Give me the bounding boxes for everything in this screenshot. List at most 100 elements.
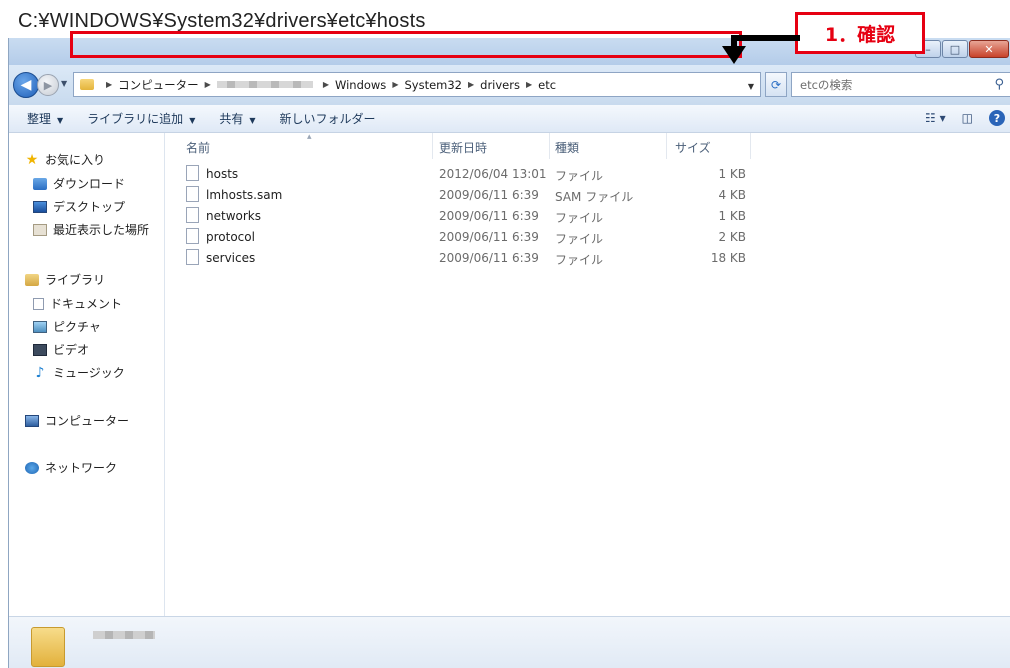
column-header-date[interactable]: 更新日時 [439, 139, 487, 156]
refresh-icon: ⟳ [770, 77, 782, 92]
annotation-label: 1．確認 [795, 12, 925, 54]
sidebar-item-network[interactable]: ネットワーク [25, 459, 117, 476]
desktop-icon [33, 200, 47, 213]
chevron-right-icon[interactable]: ▶ [392, 80, 398, 89]
explorer-window: – □ ✕ ◀ ▶ ▼ ▶ コンピューター ▶ ▶ Windows ▶ Syst… [8, 38, 1010, 668]
videos-icon [33, 343, 47, 356]
view-controls: ☷ ▾ ◫ ? [925, 110, 1005, 126]
column-header-size[interactable]: サイズ [675, 139, 711, 156]
sidebar-item-label: ネットワーク [45, 461, 118, 475]
breadcrumb-windows[interactable]: Windows [335, 78, 386, 92]
file-type: ファイル [555, 169, 604, 183]
sidebar-item-label: コンピューター [45, 414, 130, 428]
folder-icon [80, 79, 94, 90]
column-divider[interactable] [750, 133, 751, 159]
navigation-bar: ◀ ▶ ▼ ▶ コンピューター ▶ ▶ Windows ▶ System32 ▶… [9, 65, 1010, 105]
command-bar: 整理 ▼ ライブラリに追加 ▼ 共有 ▼ 新しいフォルダー ☷ ▾ ◫ ? [9, 105, 1010, 133]
chevron-right-icon[interactable]: ▶ [526, 80, 532, 89]
search-box[interactable]: etcの検索 ⚲ [791, 72, 1010, 97]
file-size: 18 KB [710, 251, 746, 265]
sidebar-item-libraries[interactable]: ライブラリ [25, 271, 105, 288]
column-divider[interactable] [432, 133, 433, 159]
sidebar-item-label: ライブラリ [45, 273, 106, 287]
file-row-protocol[interactable]: protocol 2009/06/11 6:39 ファイル 2 KB [166, 227, 1010, 248]
file-name: hosts [206, 167, 239, 181]
chevron-right-icon[interactable]: ▶ [106, 80, 112, 89]
file-icon [186, 228, 199, 244]
file-icon [186, 165, 199, 181]
chevron-right-icon[interactable]: ▶ [323, 80, 329, 89]
recent-pages-chevron-down-icon[interactable]: ▼ [61, 79, 67, 88]
organize-label: 整理 [27, 112, 52, 126]
sidebar-item-documents[interactable]: ドキュメント [33, 295, 122, 312]
sidebar-item-videos[interactable]: ビデオ [33, 341, 89, 358]
view-options-icon[interactable]: ☷ ▾ [925, 111, 946, 125]
back-arrow-icon: ◀ [20, 77, 32, 93]
sidebar-item-label: ミュージック [53, 366, 125, 380]
file-row-hosts[interactable]: hosts 2012/06/04 13:01 ファイル 1 KB [166, 164, 1010, 185]
share-label: 共有 [219, 112, 244, 126]
search-placeholder: etcの検索 [800, 77, 853, 92]
chevron-right-icon[interactable]: ▶ [205, 80, 211, 89]
breadcrumb-etc[interactable]: etc [538, 78, 556, 92]
file-name: networks [206, 209, 261, 223]
chevron-down-icon: ▼ [189, 116, 196, 125]
details-pane [9, 616, 1010, 668]
network-icon [25, 461, 39, 474]
sidebar-item-label: ドキュメント [50, 297, 123, 311]
column-header-name[interactable]: 名前 [186, 139, 210, 156]
sidebar-item-recent-places[interactable]: 最近表示した場所 [33, 221, 149, 238]
folder-icon [31, 627, 65, 667]
file-icon [186, 186, 199, 202]
add-to-library-button[interactable]: ライブラリに追加 ▼ [87, 110, 195, 127]
file-date: 2009/06/11 6:39 [439, 188, 539, 202]
sidebar-item-computer[interactable]: コンピューター [25, 412, 129, 429]
chevron-right-icon[interactable]: ▶ [468, 80, 474, 89]
add-to-library-label: ライブラリに追加 [87, 112, 184, 126]
sidebar-item-label: ビデオ [53, 343, 90, 357]
breadcrumb-drivers[interactable]: drivers [480, 78, 520, 92]
sidebar-item-label: ダウンロード [53, 177, 126, 191]
new-folder-button[interactable]: 新しいフォルダー [280, 110, 376, 127]
maximize-button[interactable]: □ [942, 40, 968, 58]
sidebar-item-desktop[interactable]: デスクトップ [33, 198, 125, 215]
organize-button[interactable]: 整理 ▼ [27, 110, 63, 127]
close-button[interactable]: ✕ [969, 40, 1009, 58]
share-button[interactable]: 共有 ▼ [219, 110, 255, 127]
sidebar-item-pictures[interactable]: ピクチャ [33, 318, 101, 335]
redacted-folder-name [93, 631, 155, 639]
address-bar[interactable]: ▶ コンピューター ▶ ▶ Windows ▶ System32 ▶ drive… [73, 72, 761, 97]
file-name: lmhosts.sam [206, 188, 283, 202]
file-icon [186, 249, 199, 265]
music-note-icon: ♪ [35, 364, 45, 381]
file-size: 1 KB [718, 209, 746, 223]
sidebar-item-music[interactable]: ♪ ミュージック [33, 364, 125, 381]
preview-pane-icon[interactable]: ◫ [962, 111, 973, 125]
back-button[interactable]: ◀ [13, 72, 39, 98]
breadcrumb-computer[interactable]: コンピューター [118, 77, 199, 93]
sidebar-item-downloads[interactable]: ダウンロード [33, 175, 125, 192]
redacted-segment [216, 81, 313, 88]
breadcrumb-system32[interactable]: System32 [404, 78, 462, 92]
screenshot-root: C:¥WINDOWS¥System32¥drivers¥etc¥hosts 1．… [0, 0, 1010, 668]
file-row-services[interactable]: services 2009/06/11 6:39 ファイル 18 KB [166, 248, 1010, 269]
file-date: 2012/06/04 13:01 [439, 167, 547, 181]
file-row-lmhosts[interactable]: lmhosts.sam 2009/06/11 6:39 SAM ファイル 4 K… [166, 185, 1010, 206]
libraries-icon [25, 273, 39, 286]
refresh-button[interactable]: ⟳ [765, 72, 787, 97]
column-divider[interactable] [666, 133, 667, 159]
column-header-type[interactable]: 種類 [555, 139, 579, 156]
sort-chevron-up-icon: ▴ [307, 132, 312, 142]
address-history-chevron-down-icon[interactable]: ▼ [748, 82, 754, 91]
chevron-down-icon: ▼ [249, 116, 256, 125]
file-row-networks[interactable]: networks 2009/06/11 6:39 ファイル 1 KB [166, 206, 1010, 227]
sidebar-item-favorites[interactable]: ★ お気に入り [25, 151, 105, 168]
help-icon[interactable]: ? [989, 110, 1005, 126]
forward-button[interactable]: ▶ [37, 74, 59, 96]
documents-icon [33, 297, 44, 310]
file-type: ファイル [555, 232, 604, 246]
annotation-arrow-icon [722, 35, 800, 64]
column-divider[interactable] [549, 133, 550, 159]
search-icon[interactable]: ⚲ [994, 77, 1004, 92]
file-date: 2009/06/11 6:39 [439, 230, 539, 244]
